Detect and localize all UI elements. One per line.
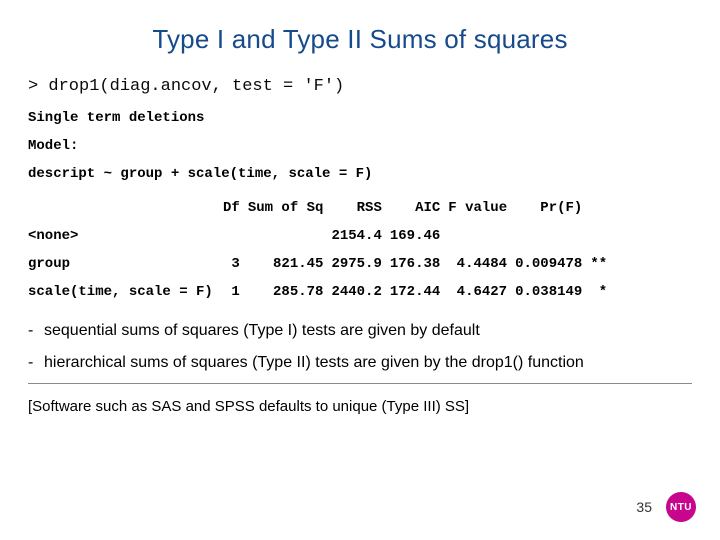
anova-cell: 821.45 [248, 250, 332, 278]
model-label: Model: [28, 138, 692, 154]
anova-cell: group [28, 250, 223, 278]
page-number: 35 [636, 499, 652, 515]
anova-header-rss: RSS [331, 194, 389, 222]
model-formula: descript ~ group + scale(time, scale = F… [28, 166, 692, 182]
dash-icon: - [28, 352, 44, 374]
anova-cell: 2440.2 [331, 278, 389, 306]
footnote: [Software such as SAS and SPSS defaults … [28, 398, 692, 415]
dash-icon: - [28, 320, 44, 342]
anova-cell: 2154.4 [331, 222, 389, 250]
anova-header-df: Df [223, 194, 248, 222]
anova-header-prf: Pr(F) [515, 194, 590, 222]
anova-cell: 2975.9 [331, 250, 389, 278]
anova-header-row: Df Sum of Sq RSS AIC F value Pr(F) [28, 194, 615, 222]
anova-cell: 172.44 [390, 278, 448, 306]
anova-cell: ** [590, 250, 615, 278]
bullet-item: - hierarchical sums of squares (Type II)… [28, 352, 692, 374]
anova-cell [448, 222, 515, 250]
bullet-text: hierarchical sums of squares (Type II) t… [44, 352, 584, 374]
anova-cell: 1 [223, 278, 248, 306]
divider [28, 383, 692, 384]
anova-cell [590, 222, 615, 250]
bullet-list: - sequential sums of squares (Type I) te… [28, 320, 692, 373]
anova-cell: 169.46 [390, 222, 448, 250]
anova-cell: 3 [223, 250, 248, 278]
page-title: Type I and Type II Sums of squares [28, 24, 692, 55]
anova-cell: scale(time, scale = F) [28, 278, 223, 306]
single-term-deletions-label: Single term deletions [28, 110, 692, 126]
anova-cell: 0.009478 [515, 250, 590, 278]
anova-row-group: group 3 821.45 2975.9 176.38 4.4484 0.00… [28, 250, 615, 278]
anova-cell: 4.6427 [448, 278, 515, 306]
anova-cell: 176.38 [390, 250, 448, 278]
anova-header-blank [28, 194, 223, 222]
anova-cell: <none> [28, 222, 223, 250]
anova-cell: 0.038149 [515, 278, 590, 306]
anova-row-scale: scale(time, scale = F) 1 285.78 2440.2 1… [28, 278, 615, 306]
anova-cell: 285.78 [248, 278, 332, 306]
anova-cell [248, 222, 332, 250]
ntu-logo-icon: NTU [666, 492, 696, 522]
anova-header-fvalue: F value [448, 194, 515, 222]
page-footer: 35 NTU [636, 492, 696, 522]
r-command: > drop1(diag.ancov, test = 'F') [28, 77, 692, 96]
anova-header-signif [590, 194, 615, 222]
anova-cell: * [590, 278, 615, 306]
anova-row-none: <none> 2154.4 169.46 [28, 222, 615, 250]
anova-cell [223, 222, 248, 250]
anova-cell [515, 222, 590, 250]
anova-header-aic: AIC [390, 194, 448, 222]
anova-cell: 4.4484 [448, 250, 515, 278]
bullet-text: sequential sums of squares (Type I) test… [44, 320, 480, 342]
anova-header-sumsq: Sum of Sq [248, 194, 332, 222]
anova-table: Df Sum of Sq RSS AIC F value Pr(F) <none… [28, 194, 615, 306]
bullet-item: - sequential sums of squares (Type I) te… [28, 320, 692, 342]
